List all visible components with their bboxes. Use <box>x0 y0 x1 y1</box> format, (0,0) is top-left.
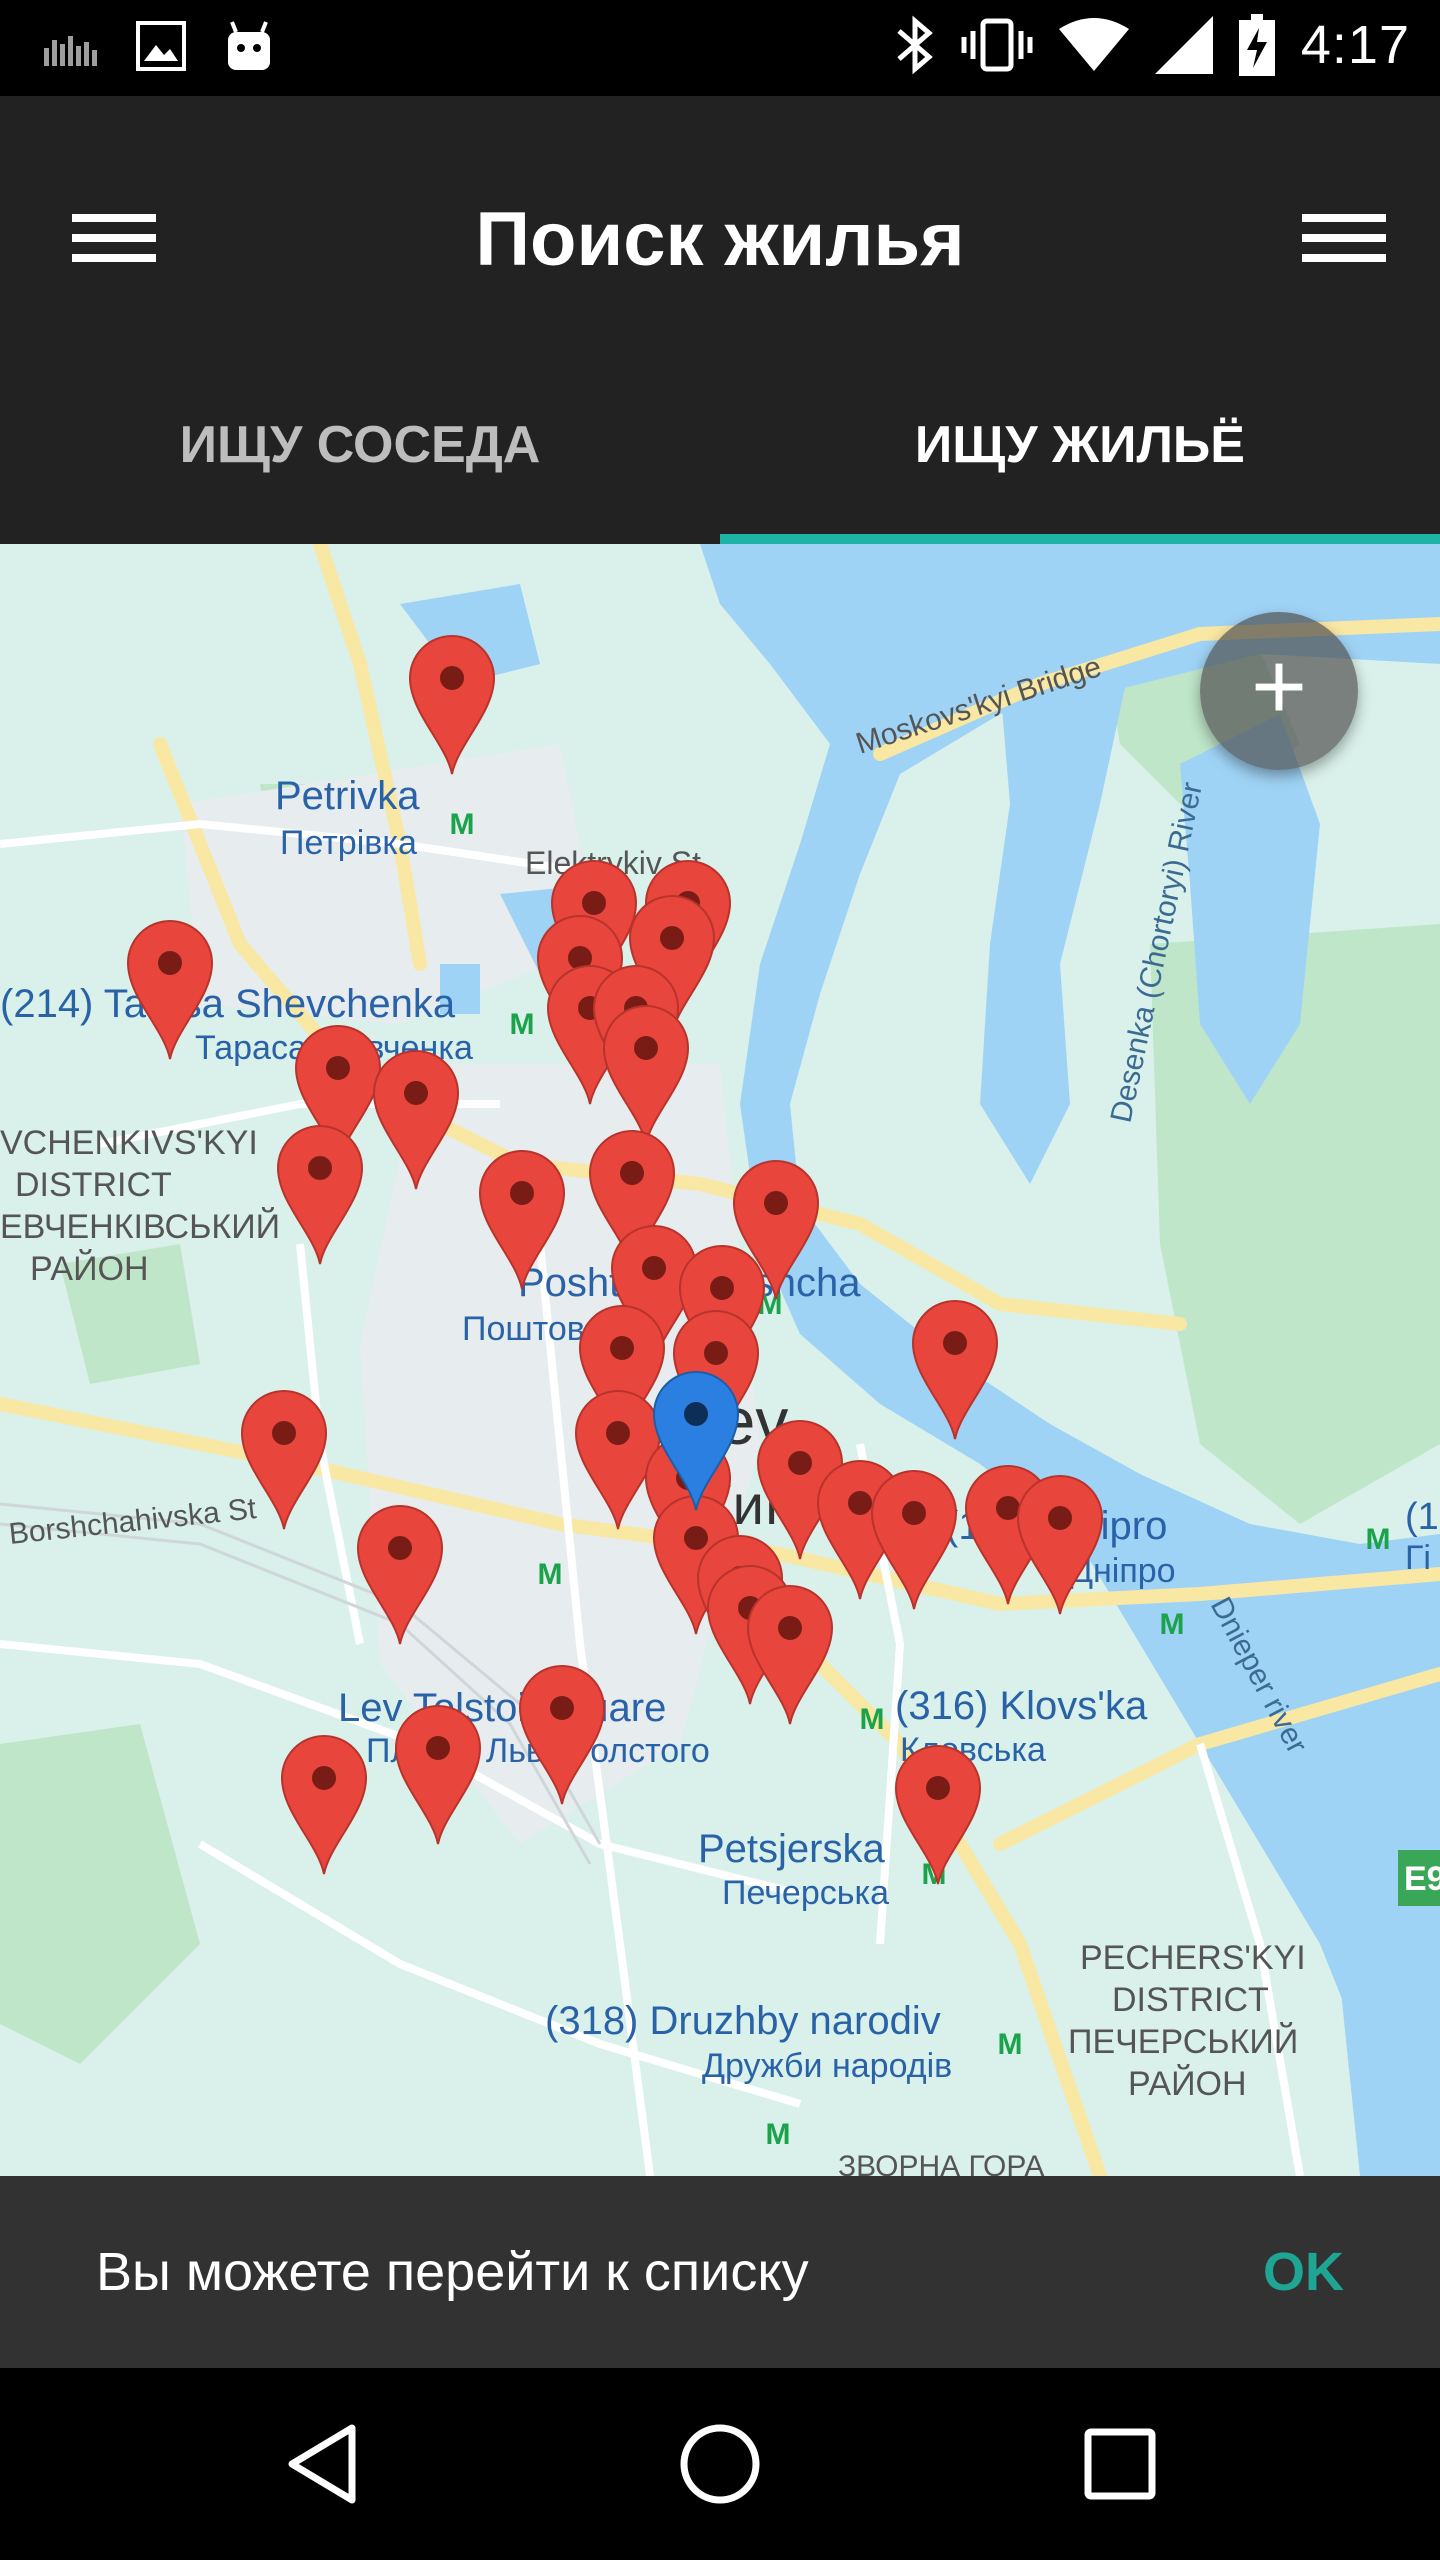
label-klovska: (316) Klovs'ka <box>895 1684 1148 1728</box>
wifi-icon <box>1058 18 1129 71</box>
snackbar: Вы можете перейти к списку OK <box>0 2176 1440 2368</box>
label-petsjerska-cyr: Печерська <box>722 1874 889 1912</box>
label-petsjerska: Petsjerska <box>698 1827 885 1871</box>
tab-looking-for-roommate[interactable]: ИЩУ СОСЕДА <box>0 346 720 544</box>
label-druzhby-cyr: Дружби народів <box>702 2047 952 2085</box>
metro-icon <box>1365 1523 1391 1556</box>
system-nav-bar <box>0 2368 1440 2560</box>
right-menu-button[interactable] <box>1302 206 1386 268</box>
label-pechersk-4: РАЙОН <box>1128 2065 1247 2103</box>
label-pechersk-2: DISTRICT <box>1112 1981 1269 2019</box>
metro-icon <box>859 1703 885 1736</box>
back-triangle-icon[interactable] <box>274 2416 370 2512</box>
snackbar-ok-button[interactable]: OK <box>1263 2176 1344 2368</box>
image-icon <box>136 21 186 71</box>
snackbar-message: Вы можете перейти к списку <box>96 2242 809 2302</box>
metro-icon <box>997 2028 1023 2061</box>
metro-icon <box>449 808 475 841</box>
label-district-3: ЕВЧЕНКІВСЬКИЙ <box>0 1208 280 1246</box>
e95-label: E95 <box>1404 1860 1440 1898</box>
label-petrivka: Petrivka <box>275 774 420 818</box>
add-listing-button[interactable]: + <box>1200 612 1358 770</box>
label-petrivka-cyr: Петрівка <box>280 824 417 862</box>
status-left-icons <box>44 18 274 74</box>
label-druzhby: (318) Druzhby narodiv <box>545 1999 941 2043</box>
status-bar: 4:17 <box>0 0 1440 96</box>
label-edge-gi: Гі <box>1405 1539 1431 1577</box>
battery-charging-icon <box>1238 14 1275 76</box>
label-shevchenka: (214) Tarasa Shevchenka <box>0 982 456 1026</box>
metro-icon <box>509 1008 535 1041</box>
label-district-4: РАЙОН <box>30 1250 149 1288</box>
tab-indicator <box>720 534 1440 544</box>
bluetooth-icon <box>897 15 933 75</box>
signal-icon <box>1154 16 1213 74</box>
label-district-2: DISTRICT <box>15 1166 172 1204</box>
label-pechersk-3: ПЕЧЕРСЬКИЙ <box>1068 2023 1298 2061</box>
equalizer-icon <box>44 36 97 66</box>
vibrate-icon <box>961 18 1033 72</box>
page-title: Поиск жилья <box>475 197 965 282</box>
metro-icon <box>537 1558 563 1591</box>
tab-looking-for-housing[interactable]: ИЩУ ЖИЛЬЁ <box>720 346 1440 544</box>
e95-road-badge: E95 <box>1398 1850 1440 1906</box>
metro-icon <box>765 2118 791 2151</box>
recents-square-icon[interactable] <box>1072 2416 1168 2512</box>
label-district-1: VCHENKIVS'KYI <box>0 1124 258 1162</box>
label-edge-1: (1 <box>1405 1496 1439 1538</box>
label-zvirynetska: ЗВОРНА ГОРА <box>838 2150 1044 2176</box>
clock: 4:17 <box>1300 15 1410 75</box>
app-bar: Поиск жилья ИЩУ СОСЕДА ИЩУ ЖИЛЬЁ <box>0 96 1440 544</box>
map-view[interactable]: M <box>0 544 1440 2176</box>
label-pechersk-1: PECHERS'KYI <box>1080 1939 1306 1977</box>
android-icon <box>228 21 270 70</box>
tab-bar: ИЩУ СОСЕДА ИЩУ ЖИЛЬЁ <box>0 346 1440 544</box>
home-circle-icon[interactable] <box>672 2416 768 2512</box>
status-right-icons: 4:17 <box>895 14 1410 76</box>
map-canvas: M <box>0 544 1440 2176</box>
hamburger-menu-icon <box>1302 214 1386 222</box>
label-lev-tolstoi: Lev Tolstoi Square <box>338 1686 666 1730</box>
metro-icon <box>1159 1608 1185 1641</box>
